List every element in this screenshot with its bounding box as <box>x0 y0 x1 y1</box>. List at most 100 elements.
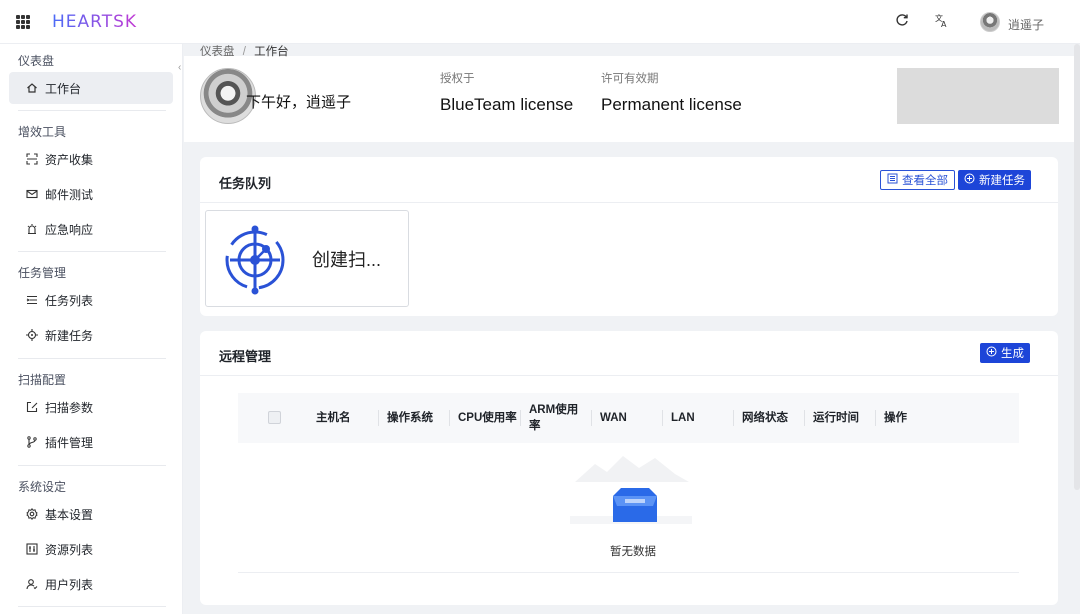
sidebar-item-label: 邮件测试 <box>45 187 94 202</box>
breadcrumb: 仪表盘 / 工作台 <box>200 43 289 59</box>
sidebar-group-scan-config: 扫描配置 <box>18 373 67 387</box>
sidebar-group-system: 系统设定 <box>18 480 67 494</box>
translate-icon[interactable]: 文A <box>931 12 953 34</box>
user-icon <box>25 577 39 591</box>
column-uptime[interactable]: 运行时间 <box>813 410 859 426</box>
sidebar-item-scan-params[interactable]: 扫描参数 <box>9 391 173 423</box>
sidebar-item-label: 用户列表 <box>45 577 94 592</box>
divider <box>238 572 1019 573</box>
sidebar-item-plugin-mgmt[interactable]: 插件管理 <box>9 426 173 458</box>
sidebar-item-task-list[interactable]: 任务列表 <box>9 284 173 316</box>
gear-icon <box>25 507 39 521</box>
user-avatar[interactable] <box>980 12 1000 32</box>
page-scrollbar[interactable] <box>1074 44 1080 490</box>
divider <box>200 202 1058 203</box>
sidebar-group-tools: 增效工具 <box>18 125 67 139</box>
column-separator <box>875 410 876 426</box>
column-arm[interactable]: ARM使用率 <box>529 402 583 434</box>
username[interactable]: 逍遥子 <box>1008 16 1044 33</box>
top-bar: HEARTSK 文A 逍遥子 <box>0 0 1080 44</box>
resource-icon <box>25 542 39 556</box>
breadcrumb-current: 工作台 <box>254 46 289 58</box>
mail-icon <box>25 187 39 201</box>
sidebar-group-dashboard: 仪表盘 <box>18 54 55 68</box>
empty-state-text: 暂无数据 <box>610 546 656 558</box>
column-separator <box>804 410 805 426</box>
sidebar-item-emergency-response[interactable]: 应急响应 <box>9 213 173 245</box>
sidebar-group-task-mgmt: 任务管理 <box>18 266 67 280</box>
column-separator <box>520 410 521 426</box>
column-lan[interactable]: LAN <box>671 410 695 426</box>
sidebar-item-label: 扫描参数 <box>45 400 94 415</box>
column-network-status[interactable]: 网络状态 <box>742 410 788 426</box>
sidebar-item-label: 资源列表 <box>45 542 94 557</box>
column-separator <box>662 410 663 426</box>
scan-target-icon <box>220 223 290 298</box>
collapse-sidebar-icon[interactable]: ‹ <box>178 62 181 73</box>
card-title: 远程管理 <box>219 349 272 364</box>
greeting: 下午好，逍遥子 <box>246 94 352 111</box>
brand-logo[interactable]: HEARTSK <box>52 12 137 32</box>
svg-text:A: A <box>941 20 947 28</box>
sidebar: 仪表盘 工作台 增效工具 资产收集 邮件测试 应急响应 任务管理 任务列表 新建… <box>0 44 183 614</box>
alarm-icon <box>25 222 39 236</box>
column-hostname[interactable]: 主机名 <box>316 410 351 426</box>
button-label: 新建任务 <box>979 175 1025 187</box>
sidebar-item-user-list[interactable]: 用户列表 <box>9 568 173 600</box>
new-task-button[interactable]: 新建任务 <box>958 170 1031 190</box>
home-icon <box>25 81 39 95</box>
sidebar-item-label: 资产收集 <box>45 152 94 167</box>
refresh-icon[interactable] <box>891 12 913 34</box>
scan-icon <box>25 152 39 166</box>
sidebar-item-label: 应急响应 <box>45 222 94 237</box>
column-cpu[interactable]: CPU使用率 <box>458 410 517 426</box>
branch-icon <box>25 435 39 449</box>
breadcrumb-separator: / <box>242 46 246 58</box>
select-all-checkbox[interactable] <box>268 411 281 424</box>
divider <box>18 251 166 252</box>
divider <box>18 606 166 607</box>
list-icon <box>25 293 39 307</box>
divider <box>18 110 166 111</box>
sidebar-item-mail-test[interactable]: 邮件测试 <box>9 178 173 210</box>
breadcrumb-root[interactable]: 仪表盘 <box>200 46 235 58</box>
plus-circle-icon <box>986 346 997 360</box>
divider <box>18 358 166 359</box>
column-actions[interactable]: 操作 <box>884 410 907 426</box>
column-separator <box>449 410 450 426</box>
button-label: 生成 <box>1001 348 1024 360</box>
empty-box-icon <box>565 452 697 535</box>
create-scan-tile[interactable]: 创建扫... <box>205 210 409 307</box>
licensed-to-label: 授权于 <box>440 73 475 85</box>
sidebar-item-label: 插件管理 <box>45 435 94 450</box>
card-title: 任务队列 <box>219 176 272 191</box>
apps-grid-icon[interactable] <box>16 15 30 29</box>
sidebar-item-resource-list[interactable]: 资源列表 <box>9 533 173 565</box>
column-separator <box>378 410 379 426</box>
validity-value: Permanent license <box>601 95 742 114</box>
banner-placeholder <box>897 68 1059 124</box>
sidebar-item-basic-settings[interactable]: 基本设置 <box>9 498 173 530</box>
sidebar-item-new-task[interactable]: 新建任务 <box>9 319 173 351</box>
generate-button[interactable]: 生成 <box>980 343 1030 363</box>
licensed-to-value: BlueTeam license <box>440 95 574 114</box>
target-icon <box>25 328 39 342</box>
column-os[interactable]: 操作系统 <box>387 410 433 426</box>
sidebar-item-label: 工作台 <box>45 81 82 96</box>
tile-label: 创建扫... <box>312 250 382 270</box>
divider <box>200 375 1058 376</box>
sidebar-item-label: 任务列表 <box>45 293 94 308</box>
edit-icon <box>25 400 39 414</box>
column-separator <box>591 410 592 426</box>
view-all-button[interactable]: 查看全部 <box>880 170 955 190</box>
column-wan[interactable]: WAN <box>600 410 627 426</box>
divider <box>18 465 166 466</box>
column-separator <box>733 410 734 426</box>
validity-label: 许可有效期 <box>601 73 659 85</box>
plus-circle-icon <box>964 173 975 187</box>
grid-icon <box>887 173 898 187</box>
sidebar-item-asset-collection[interactable]: 资产收集 <box>9 143 173 175</box>
sidebar-item-label: 新建任务 <box>45 328 94 343</box>
sidebar-item-workbench[interactable]: 工作台 <box>9 72 173 104</box>
button-label: 查看全部 <box>902 175 948 187</box>
